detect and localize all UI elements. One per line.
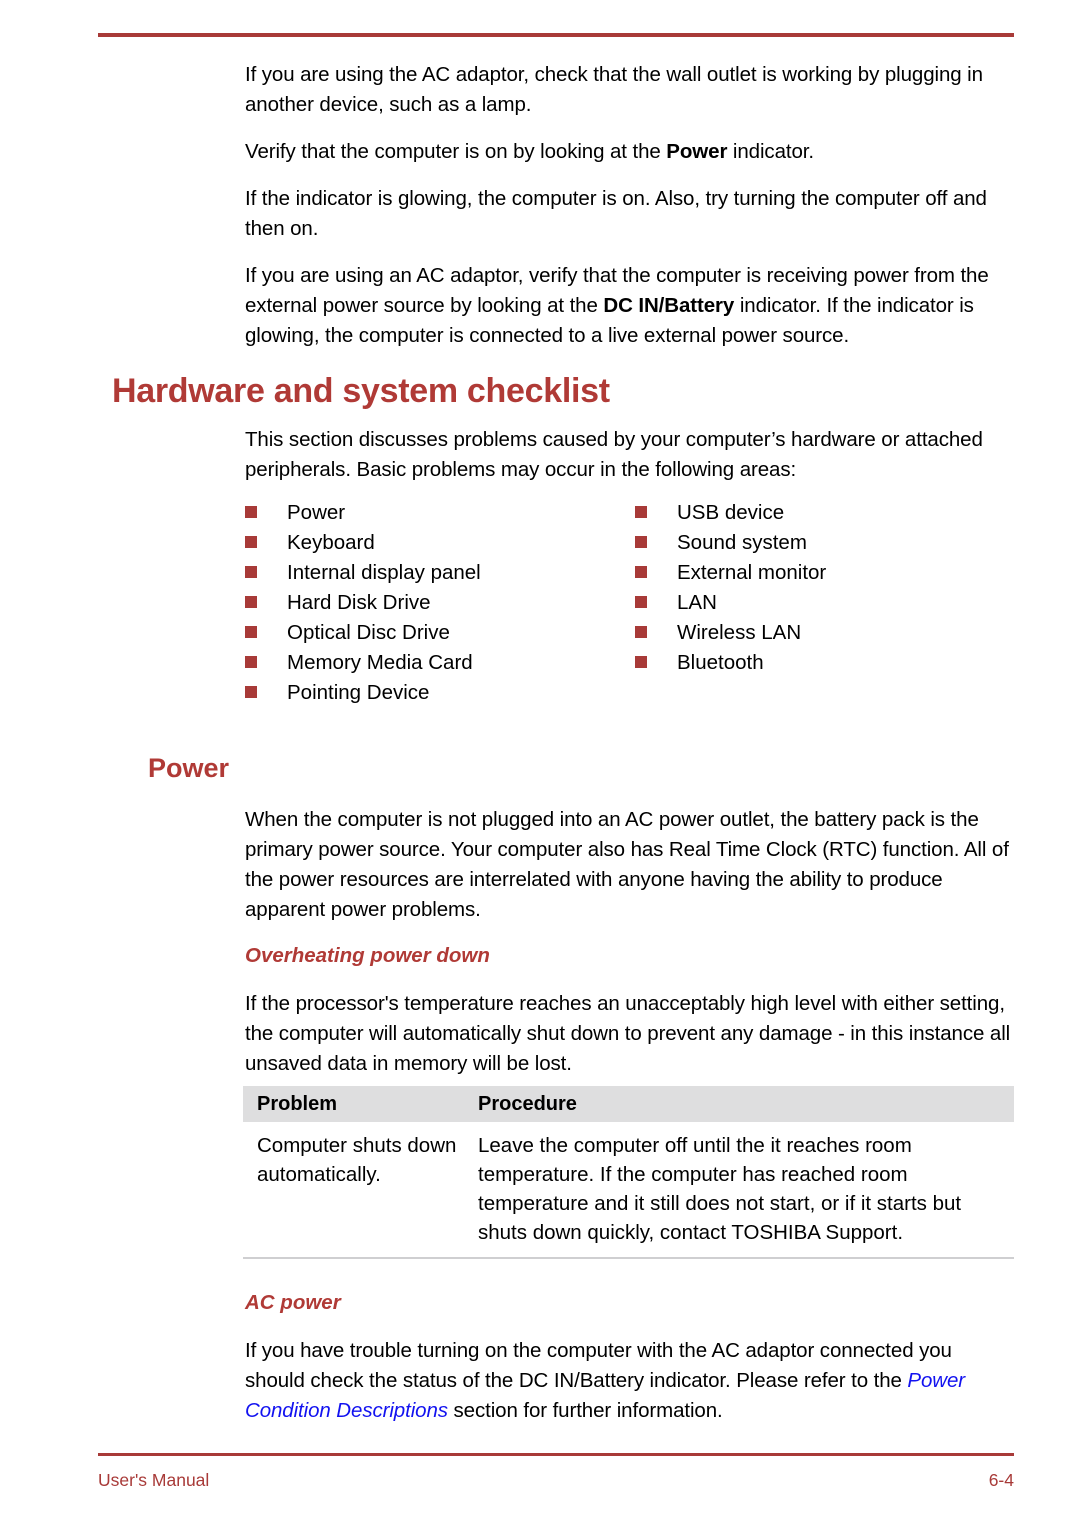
- subsection-heading-ac-power: AC power: [245, 1291, 341, 1314]
- list-item-label: LAN: [677, 591, 717, 614]
- bullet-square-icon: [635, 565, 647, 578]
- paragraph-3-text: If the indicator is glowing, the compute…: [245, 187, 987, 240]
- bullet-square-icon: [635, 505, 647, 518]
- footer-rule: [98, 1453, 1014, 1456]
- list-item-label: Optical Disc Drive: [287, 621, 450, 644]
- paragraph-3: If the indicator is glowing, the compute…: [245, 184, 1015, 244]
- bullet-square-icon: [245, 685, 257, 698]
- bullet-square-icon: [635, 535, 647, 548]
- list-item: Wireless LAN: [635, 618, 1015, 648]
- list-item-label: Internal display panel: [287, 561, 481, 584]
- section-power-body: When the computer is not plugged into an…: [245, 805, 1015, 942]
- paragraph-1: If you are using the AC adaptor, check t…: [245, 60, 1015, 120]
- overheating-paragraph: If the processor's temperature reaches a…: [245, 992, 1011, 1075]
- list-item: USB device: [635, 498, 1015, 528]
- section-heading-power: Power: [148, 753, 230, 783]
- bullet-square-icon: [245, 595, 257, 608]
- checklist-intro-paragraph: This section discusses problems caused b…: [245, 428, 983, 481]
- list-item-label: USB device: [677, 501, 785, 524]
- list-item: Internal display panel: [245, 558, 625, 588]
- list-item-label: External monitor: [677, 561, 827, 584]
- checklist-column-right: USB device Sound system External monitor…: [635, 498, 1015, 678]
- section-overheating: Overheating power down If the processor'…: [245, 943, 1015, 1096]
- list-item: Optical Disc Drive: [245, 618, 625, 648]
- list-item: LAN: [635, 588, 1015, 618]
- list-item-label: Power: [287, 501, 346, 524]
- list-item: Hard Disk Drive: [245, 588, 625, 618]
- list-item-label: Hard Disk Drive: [287, 591, 431, 614]
- page-footer: User's Manual 6-4: [98, 1468, 1014, 1492]
- list-item: Sound system: [635, 528, 1015, 558]
- table-column-header-problem: Problem: [257, 1093, 338, 1115]
- list-item: Memory Media Card: [245, 648, 625, 678]
- table-row: Computer shuts down automatically. Leave …: [243, 1122, 1014, 1259]
- document-page: If you are using the AC adaptor, check t…: [0, 0, 1080, 1521]
- paragraph-2-bold-power: Power: [666, 140, 728, 163]
- list-item: Keyboard: [245, 528, 625, 558]
- power-paragraph: When the computer is not plugged into an…: [245, 808, 1009, 921]
- paragraph-4: If you are using an AC adaptor, verify t…: [245, 261, 1015, 351]
- table-column-header-procedure: Procedure: [478, 1093, 577, 1115]
- footer-document-title: User's Manual: [98, 1470, 210, 1490]
- subsection-heading-overheating-power-down: Overheating power down: [245, 944, 490, 967]
- section-heading-hardware-and-system-checklist: Hardware and system checklist: [112, 372, 610, 410]
- paragraph-4-bold-dcin-battery: DC IN/Battery: [603, 294, 735, 317]
- bullet-square-icon: [245, 625, 257, 638]
- list-item: External monitor: [635, 558, 1015, 588]
- list-item-label: Sound system: [677, 531, 807, 554]
- paragraph-2-text-b: indicator.: [727, 140, 814, 163]
- table-cell-procedure: Leave the computer off until the it reac…: [478, 1134, 962, 1244]
- list-item: Pointing Device: [245, 678, 625, 708]
- list-item-label: Pointing Device: [287, 681, 430, 704]
- list-item-label: Memory Media Card: [287, 651, 473, 674]
- bullet-square-icon: [635, 655, 647, 668]
- intro-paragraphs: If you are using the AC adaptor, check t…: [245, 60, 1015, 368]
- header-rule: [98, 33, 1014, 37]
- paragraph-2-text-a: Verify that the computer is on by lookin…: [245, 140, 667, 163]
- section-ac-power: AC power If you have trouble turning on …: [245, 1290, 1015, 1443]
- bullet-square-icon: [245, 535, 257, 548]
- bullet-square-icon: [635, 625, 647, 638]
- ac-power-text-after-link: section for further information.: [447, 1399, 723, 1422]
- table-header-row: Problem Procedure: [243, 1086, 1014, 1122]
- ac-power-text-before-link: If you have trouble turning on the compu…: [245, 1339, 952, 1392]
- bullet-square-icon: [245, 565, 257, 578]
- list-item: Bluetooth: [635, 648, 1015, 678]
- list-item-label: Bluetooth: [677, 651, 764, 674]
- footer-page-number: 6-4: [988, 1470, 1014, 1490]
- checklist-intro: This section discusses problems caused b…: [245, 425, 1015, 502]
- troubleshooting-table: Problem Procedure Computer shuts down aut…: [243, 1086, 1014, 1259]
- paragraph-1-text: If you are using the AC adaptor, check t…: [245, 63, 983, 116]
- bullet-square-icon: [635, 595, 647, 608]
- list-item: Power: [245, 498, 625, 528]
- list-item-label: Wireless LAN: [677, 621, 802, 644]
- list-item-label: Keyboard: [287, 531, 375, 554]
- table-cell-problem: Computer shuts down automatically.: [257, 1134, 457, 1186]
- paragraph-2: Verify that the computer is on by lookin…: [245, 137, 1015, 167]
- bullet-square-icon: [245, 655, 257, 668]
- checklist-column-left: Power Keyboard Internal display panel Ha…: [245, 498, 625, 708]
- ac-power-paragraph: If you have trouble turning on the compu…: [245, 1336, 1015, 1426]
- bullet-square-icon: [245, 505, 257, 518]
